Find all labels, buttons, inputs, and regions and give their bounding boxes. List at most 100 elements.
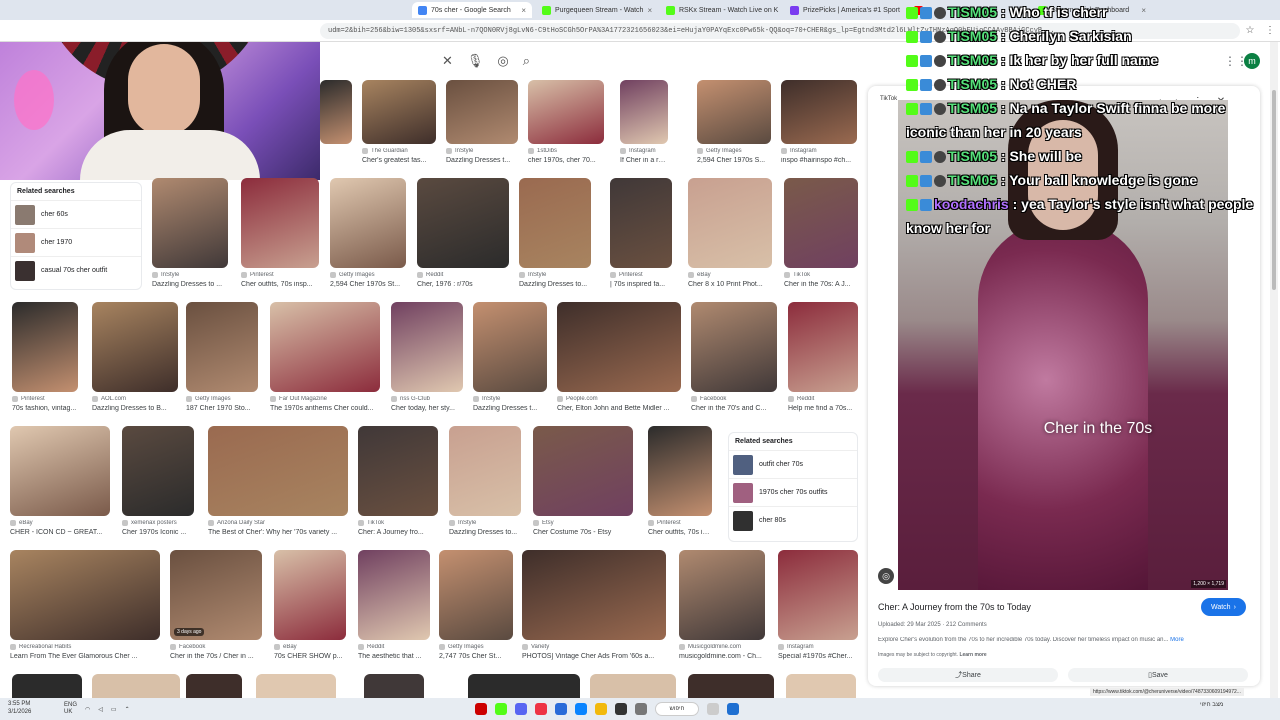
- image-result[interactable]: [468, 674, 580, 698]
- related-search-item[interactable]: casual 70s cher outfit: [11, 256, 141, 284]
- more-link[interactable]: More: [1170, 637, 1184, 643]
- related-search-item[interactable]: cher 1970: [11, 228, 141, 256]
- image-result[interactable]: Getty Images 187 Cher 1970 Sto...: [186, 302, 258, 418]
- result-caption[interactable]: Cher 1970s Iconic ...: [122, 529, 194, 536]
- image-result[interactable]: Pinterest Cher outfits, 70s insp...: [241, 178, 319, 294]
- result-caption[interactable]: Help me find a 70s...: [788, 405, 858, 412]
- extensions-icon[interactable]: ⋮: [1260, 25, 1280, 36]
- result-caption[interactable]: 2,594 Cher 1970s S...: [697, 157, 771, 164]
- chevron-up-icon[interactable]: ⌃: [125, 706, 130, 713]
- close-icon[interactable]: ×: [647, 6, 652, 15]
- result-thumbnail[interactable]: [330, 178, 406, 268]
- result-thumbnail[interactable]: [446, 80, 518, 144]
- lens-icon[interactable]: ◎: [497, 53, 508, 69]
- image-result[interactable]: Reddit Cher, 1976 : r/70s: [417, 178, 509, 294]
- result-thumbnail[interactable]: [522, 550, 666, 640]
- search-icon[interactable]: ⌕: [523, 53, 530, 69]
- image-result[interactable]: Reddit Help me find a 70s...: [788, 302, 858, 418]
- language-indicator[interactable]: ENG UK: [64, 702, 77, 716]
- image-result[interactable]: InStyle Dazzling Dresses t...: [473, 302, 547, 418]
- result-caption[interactable]: 70s CHER SHOW p...: [274, 653, 346, 660]
- result-caption[interactable]: Cher outfits, 70s in...: [648, 529, 712, 536]
- image-result[interactable]: InStyle Dazzling Dresses t...: [446, 80, 518, 170]
- result-thumbnail[interactable]: [648, 426, 712, 516]
- battery-icon[interactable]: ▭: [111, 706, 117, 713]
- image-result[interactable]: eBay CHER - ICON CD ~ GREAT...: [10, 426, 110, 542]
- image-result[interactable]: Getty Images 2,594 Cher 1970s S...: [697, 80, 771, 170]
- result-thumbnail[interactable]: [92, 302, 178, 392]
- learn-more-link[interactable]: Learn more: [959, 652, 986, 658]
- tab-prizepicks[interactable]: PrizePicks | America's #1 Sport×: [784, 2, 904, 18]
- image-result[interactable]: Arizona Daily Star The Best of Cher': Why…: [208, 426, 348, 542]
- tab-rskx[interactable]: RSKx Stream - Watch Live on K×: [660, 2, 780, 18]
- result-caption[interactable]: Cher in the 70s: A J...: [784, 281, 858, 288]
- result-thumbnail[interactable]: [449, 426, 521, 516]
- result-caption[interactable]: 2,747 70s Cher St...: [439, 653, 513, 660]
- result-caption[interactable]: Cher, 1976 : r/70s: [417, 281, 509, 288]
- result-thumbnail[interactable]: [10, 550, 160, 640]
- result-thumbnail[interactable]: [528, 80, 604, 144]
- image-result[interactable]: [256, 674, 336, 698]
- result-thumbnail[interactable]: [186, 302, 258, 392]
- result-thumbnail[interactable]: [691, 302, 777, 392]
- chat-username[interactable]: TISM05: [948, 28, 997, 44]
- result-thumbnail[interactable]: [274, 550, 346, 640]
- save-button[interactable]: ▯ Save: [1068, 668, 1248, 682]
- watch-button[interactable]: Watch ›: [1201, 598, 1246, 616]
- result-caption[interactable]: inspo #hairinspo #ch...: [781, 157, 857, 164]
- result-thumbnail[interactable]: [417, 178, 509, 268]
- result-caption[interactable]: 187 Cher 1970 Sto...: [186, 405, 258, 412]
- result-caption[interactable]: PHOTOS] Vintage Cher Ads From '60s a...: [522, 653, 666, 660]
- result-thumbnail[interactable]: [391, 302, 463, 392]
- image-result[interactable]: eBay Cher 8 x 10 Print Phot...: [688, 178, 772, 294]
- result-caption[interactable]: Cher, Elton John and Bette Midler ...: [557, 405, 681, 412]
- image-result[interactable]: Etsy Cher Costume 70s - Etsy: [533, 426, 633, 542]
- result-thumbnail[interactable]: [697, 80, 771, 144]
- result-caption[interactable]: Special #1970s #Cher...: [778, 653, 858, 660]
- image-result[interactable]: eBay 70s CHER SHOW p...: [274, 550, 346, 666]
- chat-username[interactable]: TISM05: [948, 76, 997, 92]
- image-result[interactable]: [12, 674, 82, 698]
- result-caption[interactable]: cher 1970s, cher 70...: [528, 157, 604, 164]
- result-caption[interactable]: | 70s inspired fa...: [610, 281, 672, 288]
- image-result[interactable]: [320, 80, 352, 170]
- result-caption[interactable]: musicgoldmine.com - Ch...: [679, 653, 765, 660]
- start-icon[interactable]: [727, 703, 739, 715]
- image-result[interactable]: xemenax posters Cher 1970s Iconic ...: [122, 426, 194, 542]
- image-result[interactable]: Far Out Magazine The 1970s anthems Cher c…: [270, 302, 380, 418]
- clear-search-icon[interactable]: ✕: [442, 53, 453, 69]
- discord-icon[interactable]: [515, 703, 527, 715]
- image-result[interactable]: InStyle Dazzling Dresses to...: [449, 426, 521, 542]
- image-result[interactable]: Getty Images 2,594 Cher 1970s St...: [330, 178, 406, 294]
- result-caption[interactable]: Cher: A Journey fro...: [358, 529, 438, 536]
- result-caption[interactable]: Cher's greatest fas...: [362, 157, 436, 164]
- lens-search-icon[interactable]: ◎: [878, 568, 894, 584]
- image-result[interactable]: Recreational Habits Learn From The Ever G…: [10, 550, 160, 666]
- result-caption[interactable]: Cher today, her sty...: [391, 405, 463, 412]
- result-caption[interactable]: CHER - ICON CD ~ GREAT...: [10, 529, 110, 536]
- file-explorer-icon[interactable]: [595, 703, 607, 715]
- preview-title[interactable]: Cher: A Journey from the 70s to Today: [878, 602, 1031, 612]
- result-thumbnail[interactable]: [473, 302, 547, 392]
- chat-username[interactable]: TISM05: [948, 4, 997, 20]
- image-result[interactable]: [364, 674, 424, 698]
- result-thumbnail[interactable]: [10, 426, 110, 516]
- image-result[interactable]: Pinterest Cher outfits, 70s in...: [648, 426, 712, 542]
- result-caption[interactable]: Dazzling Dresses to B...: [92, 405, 178, 412]
- result-thumbnail[interactable]: [12, 302, 78, 392]
- related-search-item[interactable]: 1970s cher 70s outfits: [729, 478, 857, 506]
- search-box[interactable]: חיפוש: [655, 702, 699, 716]
- related-search-item[interactable]: outfit cher 70s: [729, 450, 857, 478]
- chrome-icon[interactable]: [535, 703, 547, 715]
- image-result[interactable]: People.com Cher, Elton John and Bette Mid…: [557, 302, 681, 418]
- result-caption[interactable]: Dazzling Dresses to...: [449, 529, 521, 536]
- result-thumbnail[interactable]: [533, 426, 633, 516]
- result-thumbnail[interactable]: [620, 80, 668, 144]
- image-result[interactable]: 1stDibs cher 1970s, cher 70...: [528, 80, 604, 170]
- chat-username[interactable]: TISM05: [948, 172, 997, 188]
- image-result[interactable]: The Guardian Cher's greatest fas...: [362, 80, 436, 170]
- store-icon[interactable]: [555, 703, 567, 715]
- image-result[interactable]: Getty Images 2,747 70s Cher St...: [439, 550, 513, 666]
- tab-google-search[interactable]: 70s cher - Google Search ×: [412, 2, 532, 18]
- volume-icon[interactable]: ◁: [98, 706, 103, 713]
